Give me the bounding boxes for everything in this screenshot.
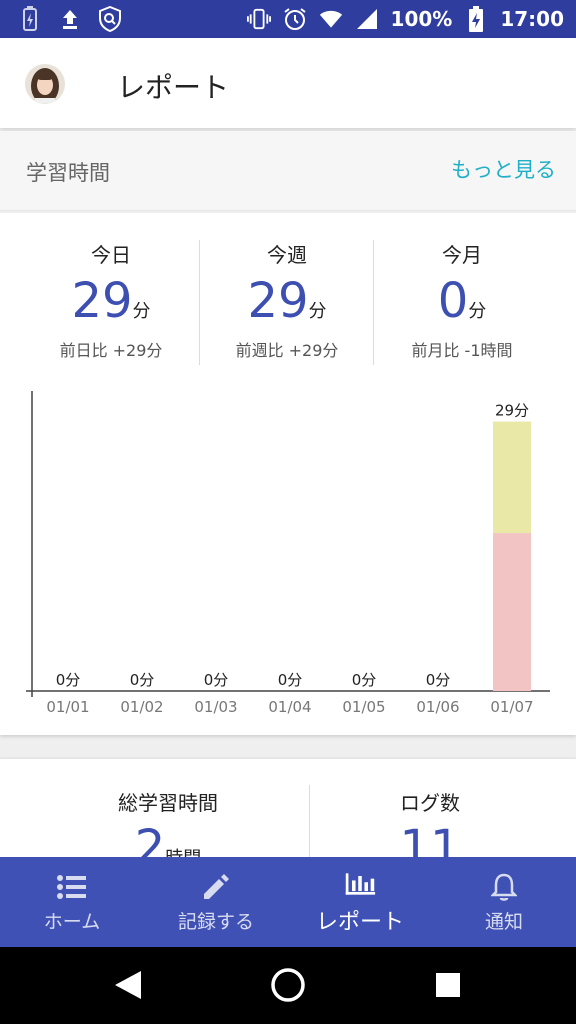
nav-label: 通知 <box>484 910 523 933</box>
wifi-icon <box>319 6 343 32</box>
bar-data-label: 0分 <box>278 671 303 689</box>
bottom-nav: ホーム 記録する レポート 通知 <box>0 857 576 947</box>
system-nav-bar <box>0 947 576 1024</box>
bar-data-label: 0分 <box>352 671 377 689</box>
alarm-icon <box>283 6 307 32</box>
see-more-link[interactable]: もっと見る <box>451 154 556 184</box>
recents-button[interactable] <box>430 967 466 1003</box>
battery-percent: 100% <box>390 7 453 31</box>
nav-label: 記録する <box>177 910 254 933</box>
back-button[interactable] <box>110 967 146 1003</box>
x-tick-label: 01/07 <box>490 698 533 716</box>
recents-square-icon <box>436 973 460 997</box>
nav-record[interactable]: 記録する <box>144 857 288 947</box>
bell-icon <box>488 871 520 903</box>
nav-home[interactable]: ホーム <box>0 857 144 947</box>
bar-data-label: 0分 <box>56 671 81 689</box>
battery-saver-icon <box>18 6 42 32</box>
study-time-card: 今日 29分 前日比 +29分 今週 29分 前週比 +29分 今月 0分 前月… <box>0 213 576 735</box>
nav-report[interactable]: レポート <box>288 857 432 947</box>
x-tick-label: 01/03 <box>194 698 237 716</box>
x-tick-label: 01/04 <box>268 698 311 716</box>
log-count-label: ログ数 <box>400 791 460 815</box>
pencil-icon <box>200 871 232 903</box>
section-title: 学習時間 <box>26 161 110 185</box>
section-header: 学習時間 もっと見る <box>0 131 576 211</box>
bar-data-label: 0分 <box>426 671 451 689</box>
nav-label: ホーム <box>43 910 101 933</box>
x-tick-label: 01/01 <box>46 698 89 716</box>
status-bar: 100% 17:00 <box>0 0 576 38</box>
total-study-time-label: 総学習時間 <box>118 791 218 815</box>
bar-chart-icon <box>344 868 376 900</box>
signal-icon <box>355 6 379 32</box>
vibrate-icon <box>246 6 271 32</box>
home-button[interactable] <box>270 967 306 1003</box>
app-bar: レポート <box>0 38 576 128</box>
avatar[interactable] <box>25 64 65 104</box>
clock-time: 17:00 <box>500 7 564 31</box>
list-icon <box>56 871 88 903</box>
x-tick-label: 01/02 <box>120 698 163 716</box>
shield-icon <box>98 6 122 32</box>
bar-segment-01/07-s1 <box>493 533 531 691</box>
bar-data-label: 0分 <box>130 671 155 689</box>
battery-charging-icon <box>464 6 488 32</box>
page-title: レポート <box>117 71 230 104</box>
bar-data-label: 0分 <box>204 671 229 689</box>
study-time-chart: 0分 01/01 0分 01/02 0分 01/03 0分 01/04 0分 01/05 0分 01/… <box>26 391 550 716</box>
x-tick-label: 01/05 <box>342 698 385 716</box>
bar-segment-01/07-s2 <box>493 421 531 534</box>
x-tick-label: 01/06 <box>416 698 459 716</box>
upload-icon <box>58 6 82 32</box>
nav-notifications[interactable]: 通知 <box>432 857 576 947</box>
home-circle-icon <box>271 968 305 1002</box>
back-triangle-icon <box>115 971 141 999</box>
nav-label: レポート <box>315 910 404 935</box>
bar-data-label: 29分 <box>495 402 529 420</box>
